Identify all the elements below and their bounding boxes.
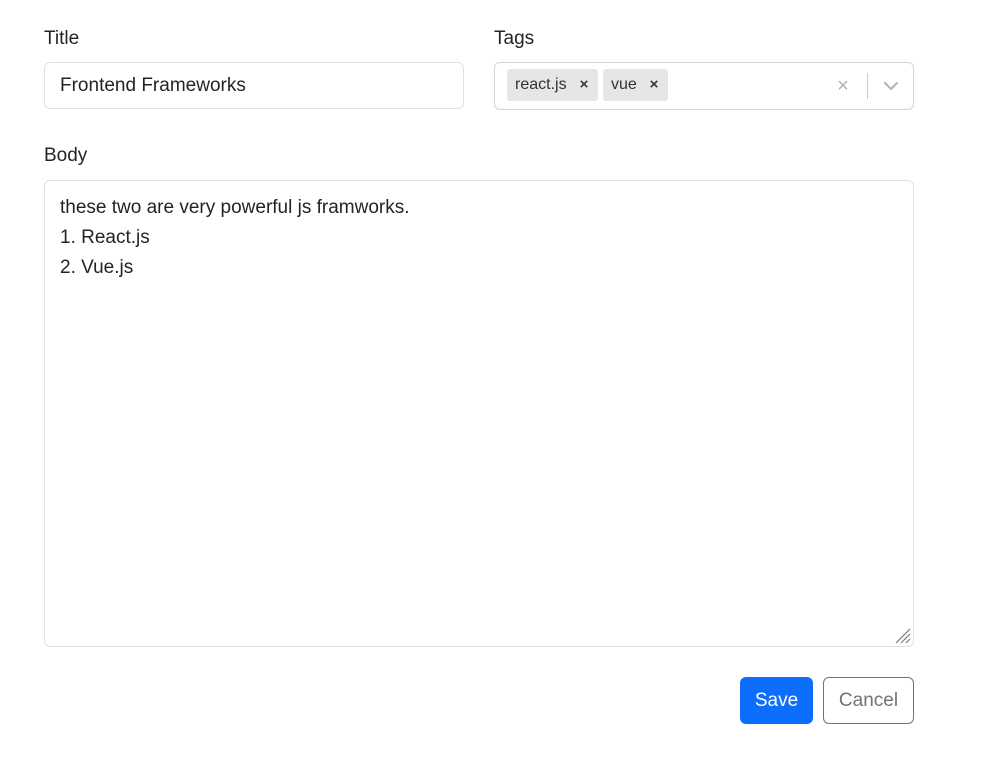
body-label: Body bbox=[44, 145, 88, 166]
title-label: Title bbox=[44, 28, 80, 49]
tags-select[interactable]: react.js × vue × × bbox=[494, 62, 914, 110]
resize-grip-icon[interactable] bbox=[893, 626, 911, 644]
title-input[interactable] bbox=[44, 62, 464, 109]
clear-icon[interactable]: × bbox=[831, 73, 855, 99]
body-textarea[interactable]: these two are very powerful js framworks… bbox=[44, 180, 914, 647]
tag-chip-label: vue bbox=[611, 76, 637, 93]
tag-remove-icon[interactable]: × bbox=[643, 69, 665, 101]
save-button[interactable]: Save bbox=[740, 677, 813, 724]
tag-chip-vue: vue × bbox=[603, 69, 668, 101]
tags-label: Tags bbox=[494, 28, 535, 49]
tag-chip-react: react.js × bbox=[507, 69, 598, 101]
cancel-button[interactable]: Cancel bbox=[823, 677, 914, 724]
indicator-separator bbox=[867, 73, 868, 99]
tag-remove-icon[interactable]: × bbox=[573, 69, 595, 101]
tag-chip-label: react.js bbox=[515, 76, 567, 93]
chevron-down-icon[interactable] bbox=[878, 73, 904, 99]
